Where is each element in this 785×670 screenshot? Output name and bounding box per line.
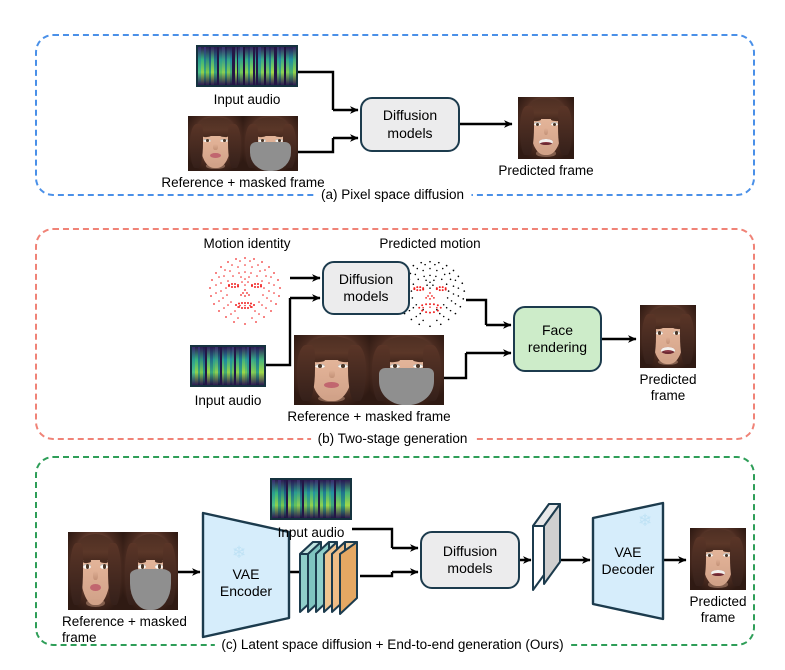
masked-face-b	[369, 335, 444, 405]
reference-masked-frame-b	[294, 335, 444, 405]
label-reference-masked-a: Reference + masked frame	[161, 175, 325, 190]
predicted-frame-a	[518, 97, 574, 159]
label-predicted-frame-c: Predicted frame	[689, 594, 747, 625]
panel-a-caption: (a) Pixel space diffusion	[313, 187, 472, 203]
vae-decoder: ❄ VAE Decoder	[590, 500, 666, 622]
snowflake-icon-decoder: ❄	[638, 511, 653, 530]
diffusion-models-box-c: Diffusion models	[420, 531, 520, 589]
reference-masked-frame-c	[68, 532, 178, 610]
masked-face-c	[123, 532, 178, 610]
spectrogram-input-audio-c	[270, 478, 352, 520]
masked-face-a	[243, 116, 298, 171]
diffusion-models-label-a: Diffusion models	[382, 107, 438, 141]
snowflake-icon-encoder: ❄	[232, 543, 247, 562]
reference-face-b	[294, 335, 369, 405]
motion-identity-mesh	[198, 252, 292, 330]
diffusion-models-label-b: Diffusion models	[338, 270, 394, 304]
latent-feature-slabs	[296, 528, 366, 620]
vae-decoder-label: VAE Decoder	[601, 544, 655, 578]
figure-root: (a) Pixel space diffusion Input audio Re…	[0, 0, 785, 670]
label-predicted-motion: Predicted motion	[379, 236, 481, 251]
reference-masked-frame-a	[188, 116, 298, 171]
reference-face-a	[188, 116, 243, 171]
diffusion-models-box-b: Diffusion models	[322, 261, 410, 315]
label-motion-identity: Motion identity	[203, 236, 291, 251]
predicted-frame-b	[640, 305, 696, 368]
label-input-audio-b: Input audio	[194, 393, 262, 408]
face-rendering-box: Face rendering	[513, 306, 602, 372]
label-predicted-frame-b: Predicted frame	[639, 372, 697, 403]
diffusion-models-label-c: Diffusion models	[442, 542, 498, 576]
label-input-audio-a: Input audio	[213, 92, 281, 107]
vae-encoder-label: VAE Encoder	[219, 566, 273, 600]
label-reference-masked-b: Reference + masked frame	[287, 409, 451, 424]
spectrogram-input-audio-a	[196, 45, 298, 87]
predicted-frame-c	[690, 528, 746, 590]
reference-face-c	[68, 532, 123, 610]
panel-b-caption: (b) Two-stage generation	[310, 431, 475, 447]
spectrogram-input-audio-b	[190, 345, 266, 387]
label-reference-masked-c: Reference + masked frame	[62, 614, 187, 645]
latent-output-slab	[528, 498, 590, 598]
label-predicted-frame-a: Predicted frame	[498, 163, 594, 178]
diffusion-models-box-a: Diffusion models	[360, 97, 460, 152]
face-rendering-label: Face rendering	[527, 321, 588, 355]
